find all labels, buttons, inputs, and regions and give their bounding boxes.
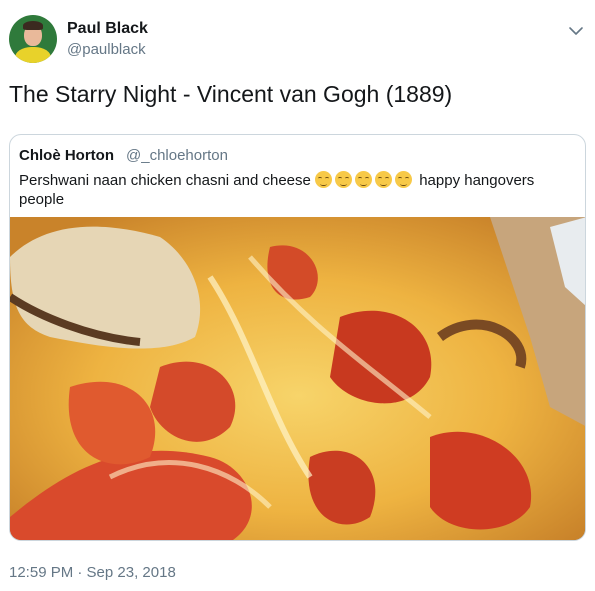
chevron-down-icon[interactable] [568, 24, 584, 38]
tweet-timestamp[interactable]: 12:59 PM · Sep 23, 2018 [9, 563, 176, 582]
relieved-face-emoji-icon [355, 171, 373, 188]
relieved-face-emoji-icon [335, 171, 353, 188]
author-handle[interactable]: @paulblack [67, 40, 146, 59]
relieved-face-emoji-icon [375, 171, 393, 188]
quoted-author-name: Chloè Horton [19, 147, 114, 164]
quoted-tweet[interactable]: Chloè Horton @_chloehorton Pershwani naa… [9, 134, 586, 541]
pizza-photo[interactable] [10, 217, 586, 541]
quoted-author-handle: @_chloehorton [126, 147, 228, 164]
avatar[interactable] [9, 15, 57, 63]
relieved-face-emoji-icon [315, 171, 333, 188]
quoted-text: Pershwani naan chicken chasni and cheese… [19, 171, 574, 209]
author-name[interactable]: Paul Black [67, 19, 148, 39]
tweet-text: The Starry Night - Vincent van Gogh (188… [9, 81, 453, 107]
quoted-text-start: Pershwani naan chicken chasni and cheese [19, 172, 311, 189]
avatar-shirt [15, 47, 51, 63]
avatar-hair [23, 21, 43, 30]
relieved-face-emoji-icon [395, 171, 413, 188]
emoji-group [315, 171, 419, 189]
